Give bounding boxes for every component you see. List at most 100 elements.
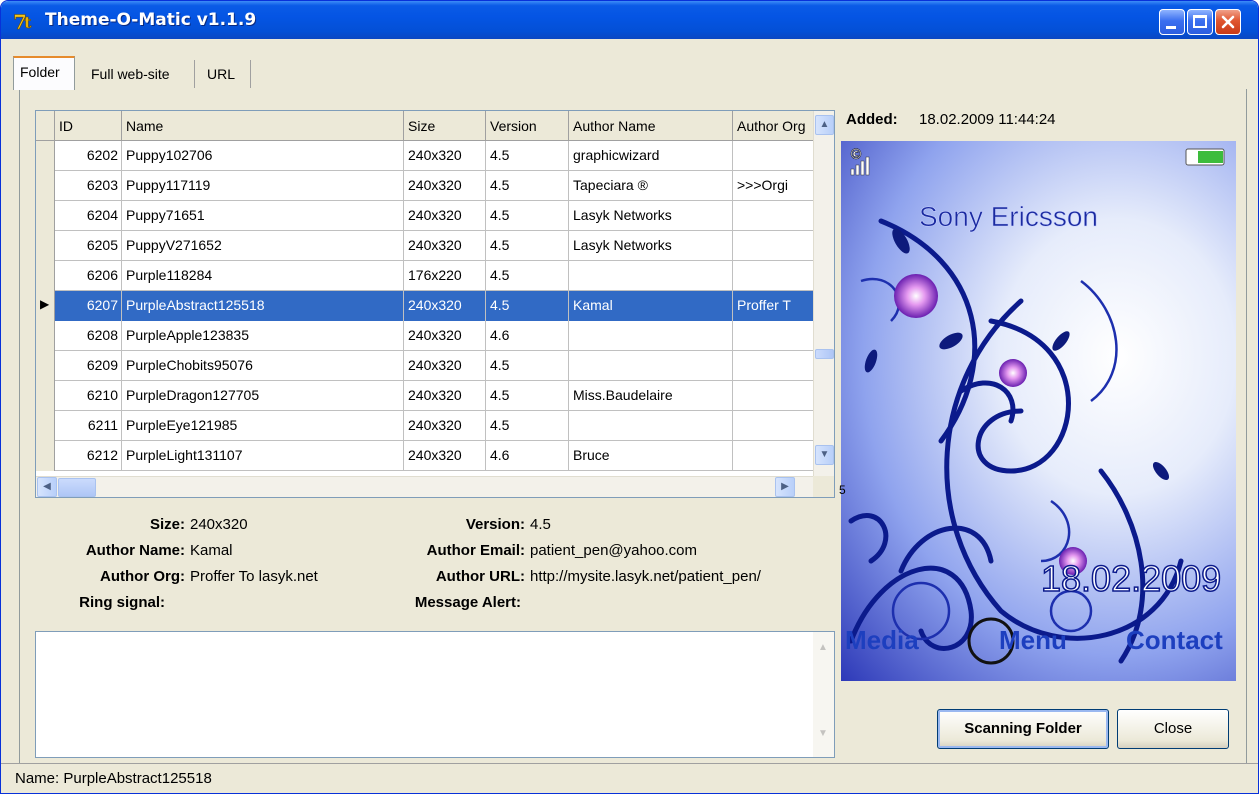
cell-author-org[interactable] (733, 141, 816, 171)
cell-version[interactable]: 4.6 (486, 441, 569, 471)
cell-author-name[interactable]: Lasyk Networks (569, 231, 733, 261)
grid-horizontal-scrollbar[interactable]: ◀ ▶ (36, 476, 816, 497)
cell-name[interactable]: PurpleApple123835 (122, 321, 404, 351)
column-header-size[interactable]: Size (404, 111, 486, 141)
cell-size[interactable]: 240x320 (404, 321, 486, 351)
minimize-button[interactable] (1159, 9, 1185, 35)
cell-author-name[interactable]: Bruce (569, 441, 733, 471)
row-selector[interactable] (36, 141, 55, 171)
cell-author-org[interactable] (733, 321, 816, 351)
table-row[interactable]: 6204 Puppy71651 240x320 4.5 Lasyk Networks (36, 201, 816, 231)
row-selector[interactable] (36, 321, 55, 351)
cell-size[interactable]: 240x320 (404, 201, 486, 231)
cell-size[interactable]: 240x320 (404, 291, 486, 321)
cell-author-org[interactable] (733, 351, 816, 381)
table-row[interactable]: 6208 PurpleApple123835 240x320 4.6 (36, 321, 816, 351)
cell-name[interactable]: Puppy102706 (122, 141, 404, 171)
cell-author-org[interactable] (733, 381, 816, 411)
cell-version[interactable]: 4.5 (486, 291, 569, 321)
cell-name[interactable]: PurpleChobits95076 (122, 351, 404, 381)
column-header-author-name[interactable]: Author Name (569, 111, 733, 141)
tab-url[interactable]: URL (201, 60, 251, 88)
cell-author-org[interactable] (733, 441, 816, 471)
cell-id[interactable]: 6202 (55, 141, 122, 171)
cell-id[interactable]: 6207 (55, 291, 122, 321)
cell-name[interactable]: PurpleLight131107 (122, 441, 404, 471)
vertical-scroll-thumb[interactable] (815, 349, 834, 359)
cell-author-name[interactable] (569, 351, 733, 381)
scroll-up-button[interactable]: ▲ (815, 115, 834, 135)
cell-author-name[interactable]: Miss.Baudelaire (569, 381, 733, 411)
cell-size[interactable]: 240x320 (404, 231, 486, 261)
cell-author-org[interactable] (733, 261, 816, 291)
cell-author-name[interactable]: Lasyk Networks (569, 201, 733, 231)
row-selector[interactable] (36, 171, 55, 201)
cell-size[interactable]: 240x320 (404, 141, 486, 171)
table-row[interactable]: ▶ 6207 PurpleAbstract125518 240x320 4.5 Kamal… (36, 291, 816, 321)
maximize-button[interactable] (1187, 9, 1213, 35)
description-textarea[interactable]: ▲ ▼ (35, 631, 835, 758)
row-selector[interactable] (36, 231, 55, 261)
row-selector[interactable] (36, 201, 55, 231)
row-selector[interactable] (36, 381, 55, 411)
table-row[interactable]: 6210 PurpleDragon127705 240x320 4.5 Miss.Bau… (36, 381, 816, 411)
row-selector[interactable] (36, 411, 55, 441)
cell-author-name[interactable]: Kamal (569, 291, 733, 321)
close-button[interactable]: Close (1117, 709, 1229, 749)
cell-version[interactable]: 4.5 (486, 261, 569, 291)
cell-name[interactable]: PurpleDragon127705 (122, 381, 404, 411)
table-row[interactable]: 6203 Puppy117119 240x320 4.5 Tapeciara ® >>>O… (36, 171, 816, 201)
row-selector[interactable]: ▶ (36, 291, 55, 321)
column-header-name[interactable]: Name (122, 111, 404, 141)
cell-version[interactable]: 4.5 (486, 411, 569, 441)
cell-version[interactable]: 4.6 (486, 321, 569, 351)
cell-version[interactable]: 4.5 (486, 141, 569, 171)
row-selector[interactable] (36, 351, 55, 381)
scanning-folder-button[interactable]: Scanning Folder (937, 709, 1109, 749)
cell-size[interactable]: 240x320 (404, 381, 486, 411)
cell-id[interactable]: 6206 (55, 261, 122, 291)
cell-size[interactable]: 240x320 (404, 351, 486, 381)
cell-name[interactable]: Puppy71651 (122, 201, 404, 231)
cell-size[interactable]: 240x320 (404, 411, 486, 441)
cell-id[interactable]: 6205 (55, 231, 122, 261)
cell-version[interactable]: 4.5 (486, 201, 569, 231)
cell-name[interactable]: Purple118284 (122, 261, 404, 291)
cell-author-name[interactable]: graphicwizard (569, 141, 733, 171)
close-window-button[interactable] (1215, 9, 1241, 35)
cell-id[interactable]: 6208 (55, 321, 122, 351)
cell-version[interactable]: 4.5 (486, 231, 569, 261)
cell-author-org[interactable] (733, 201, 816, 231)
cell-version[interactable]: 4.5 (486, 351, 569, 381)
cell-author-org[interactable] (733, 231, 816, 261)
cell-author-org[interactable] (733, 411, 816, 441)
cell-author-org[interactable]: >>>Orgi (733, 171, 816, 201)
cell-version[interactable]: 4.5 (486, 171, 569, 201)
themes-grid[interactable]: ID Name Size Version Author Name Author … (35, 110, 835, 498)
scroll-left-button[interactable]: ◀ (37, 477, 57, 497)
table-row[interactable]: 6212 PurpleLight131107 240x320 4.6 Bruce (36, 441, 816, 471)
row-selector[interactable] (36, 441, 55, 471)
table-row[interactable]: 6206 Purple118284 176x220 4.5 (36, 261, 816, 291)
cell-name[interactable]: Puppy117119 (122, 171, 404, 201)
memo-scrollbar[interactable]: ▲ ▼ (813, 632, 834, 757)
table-row[interactable]: 6209 PurpleChobits95076 240x320 4.5 (36, 351, 816, 381)
cell-size[interactable]: 176x220 (404, 261, 486, 291)
cell-author-name[interactable] (569, 321, 733, 351)
cell-size[interactable]: 240x320 (404, 441, 486, 471)
cell-version[interactable]: 4.5 (486, 381, 569, 411)
table-row[interactable]: 6211 PurpleEye121985 240x320 4.5 (36, 411, 816, 441)
cell-author-org[interactable]: Proffer T (733, 291, 816, 321)
scroll-right-button[interactable]: ▶ (775, 477, 795, 497)
cell-author-name[interactable] (569, 261, 733, 291)
grid-vertical-scrollbar[interactable]: ▲ ▼ (813, 111, 834, 477)
table-row[interactable]: 6202 Puppy102706 240x320 4.5 graphicwizard (36, 141, 816, 171)
cell-id[interactable]: 6204 (55, 201, 122, 231)
cell-name[interactable]: PurpleEye121985 (122, 411, 404, 441)
cell-id[interactable]: 6209 (55, 351, 122, 381)
cell-name[interactable]: PuppyV271652 (122, 231, 404, 261)
row-selector[interactable] (36, 261, 55, 291)
cell-id[interactable]: 6210 (55, 381, 122, 411)
table-row[interactable]: 6205 PuppyV271652 240x320 4.5 Lasyk Networks (36, 231, 816, 261)
cell-name[interactable]: PurpleAbstract125518 (122, 291, 404, 321)
